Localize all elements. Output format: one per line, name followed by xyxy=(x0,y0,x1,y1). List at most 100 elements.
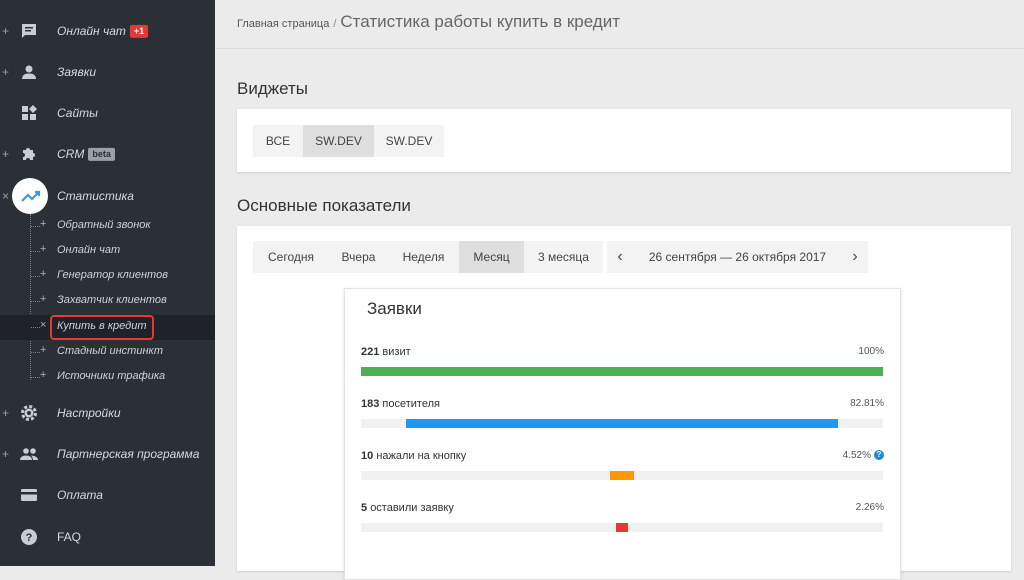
widgets-heading: Виджеты xyxy=(237,79,309,98)
sidebar-subitem-label: Онлайн чат xyxy=(57,244,121,256)
sidebar-subitem-label: Стадный инстинкт xyxy=(57,345,163,357)
sidebar-item-label: Онлайн чат xyxy=(57,23,126,38)
requests-card: Заявки 221 визит 100% 183 посетителя 82.… xyxy=(344,288,901,580)
sidebar-item-sites[interactable]: Сайты xyxy=(0,92,215,133)
period-tab-3-months[interactable]: 3 месяца xyxy=(524,241,603,273)
sidebar-subitem-label: Источники трафика xyxy=(57,370,166,382)
statistics-icon-circle xyxy=(12,178,48,214)
sidebar-subitem-label: Захватчик клиентов xyxy=(57,294,167,306)
sidebar-subitem-client-catcher[interactable]: + Захватчик клиентов xyxy=(0,289,215,314)
expand-icon[interactable]: + xyxy=(2,447,9,461)
sidebar-item-label: CRM xyxy=(57,146,85,161)
funnel-text: нажали на кнопку xyxy=(376,450,467,462)
expand-icon: + xyxy=(40,344,47,356)
svg-text:?: ? xyxy=(26,532,33,544)
funnel-bar-fill xyxy=(616,523,628,532)
sidebar-subitem-callback[interactable]: + Обратный звонок xyxy=(0,214,215,239)
funnel-percent: 2.26% xyxy=(855,502,884,513)
collapse-icon[interactable]: × xyxy=(2,189,9,203)
sidebar-item-settings[interactable]: + Настройки xyxy=(0,392,215,433)
trending-up-icon xyxy=(21,190,41,202)
sidebar-item-label: Сайты xyxy=(57,105,98,120)
expand-icon[interactable]: + xyxy=(2,406,9,420)
funnel-bar-fill xyxy=(361,367,883,376)
widget-tab-all[interactable]: ВСЕ xyxy=(253,125,303,157)
date-next-button[interactable]: › xyxy=(842,241,868,273)
sidebar-item-partner-program[interactable]: + Партнерская программа xyxy=(0,433,215,474)
expand-icon: + xyxy=(40,268,47,280)
sidebar-item-payment[interactable]: Оплата xyxy=(0,474,215,515)
sidebar-subitem-label: Обратный звонок xyxy=(57,219,151,231)
breadcrumb-separator: / xyxy=(333,18,337,30)
funnel-text: посетителя xyxy=(382,398,440,410)
date-range[interactable]: 26 сентября — 26 октября 2017 xyxy=(633,241,842,273)
funnel-row-label: 221 визит xyxy=(361,346,411,358)
funnel-percent: 82.81% xyxy=(850,398,884,409)
help-icon[interactable]: ? xyxy=(874,450,884,461)
expand-icon[interactable]: + xyxy=(2,24,9,38)
funnel-row-label: 5 оставили заявку xyxy=(361,502,454,514)
sidebar-item-label: FAQ xyxy=(57,529,82,544)
funnel-percent: 4.52%? xyxy=(843,450,884,461)
period-tab-month[interactable]: Месяц xyxy=(459,241,524,273)
close-icon: × xyxy=(40,319,47,331)
new-count-badge: +1 xyxy=(129,24,149,38)
widgets-panel: ВСЕ SW.DEV SW.DEV xyxy=(237,109,1011,172)
gear-icon xyxy=(21,404,37,421)
widget-tab-swdev-1[interactable]: SW.DEV xyxy=(303,125,374,157)
sidebar-item-requests[interactable]: + Заявки xyxy=(0,51,215,92)
breadcrumb-home-link[interactable]: Главная страница xyxy=(237,18,329,30)
sidebar-item-label: Статистика xyxy=(57,188,134,203)
widget-tab-swdev-2[interactable]: SW.DEV xyxy=(374,125,444,157)
funnel-text: визит xyxy=(382,346,411,358)
period-tabs: Сегодня Вчера Неделя Месяц 3 месяца ‹ 26… xyxy=(253,241,868,273)
funnel-text: оставили заявку xyxy=(370,502,454,514)
date-prev-button[interactable]: ‹ xyxy=(607,241,633,273)
sidebar-item-label: Партнерская программа xyxy=(57,446,200,461)
puzzle-icon xyxy=(23,147,35,160)
expand-icon: + xyxy=(40,293,47,305)
sidebar-item-faq[interactable]: ? FAQ xyxy=(0,516,215,557)
funnel-row-label: 10 нажали на кнопку xyxy=(361,450,466,462)
sidebar-item-label: Заявки xyxy=(57,64,97,79)
funnel-count: 183 xyxy=(361,398,380,410)
funnel-row-label: 183 посетителя xyxy=(361,398,440,410)
card-icon xyxy=(21,488,37,501)
widgets-icon xyxy=(22,104,37,120)
period-tab-week[interactable]: Неделя xyxy=(388,241,459,273)
sidebar-subitem-traffic-sources[interactable]: + Источники трафика xyxy=(0,365,215,390)
sidebar-item-crm[interactable]: + CRM beta xyxy=(0,133,215,174)
expand-icon[interactable]: + xyxy=(2,147,9,161)
main-content: Главная страница / Статистика работы купит… xyxy=(215,0,1024,580)
sidebar-subitem-client-generator[interactable]: + Генератор клиентов xyxy=(0,264,215,289)
beta-badge: beta xyxy=(88,147,115,161)
funnel-count: 5 xyxy=(361,502,368,514)
funnel-count: 10 xyxy=(361,450,374,462)
widget-tabs: ВСЕ SW.DEV SW.DEV xyxy=(253,125,444,157)
funnel-bar-track xyxy=(361,419,883,428)
expand-icon: + xyxy=(40,243,47,255)
people-icon xyxy=(20,447,38,460)
sidebar: + Онлайн чат +1 + Заявки Сайты + CRM beta … xyxy=(0,0,215,566)
user-icon xyxy=(22,65,36,79)
funnel-count: 221 xyxy=(361,346,380,358)
funnel-bar-fill xyxy=(610,471,634,480)
funnel-bar-fill xyxy=(405,419,838,428)
breadcrumb: Главная страница / Статистика работы купит… xyxy=(237,12,620,32)
sidebar-subitem-online-chat[interactable]: + Онлайн чат xyxy=(0,239,215,264)
page-title: Статистика работы купить в кредит xyxy=(340,12,620,31)
period-tab-yesterday[interactable]: Вчера xyxy=(329,241,388,273)
funnel-bar-track xyxy=(361,367,883,376)
sidebar-subitem-herd-instinct[interactable]: + Стадный инстинкт xyxy=(0,340,215,365)
sidebar-item-online-chat[interactable]: + Онлайн чат +1 xyxy=(0,10,215,51)
sidebar-subitem-label: Генератор клиентов xyxy=(57,269,168,281)
sidebar-item-label: Настройки xyxy=(57,405,121,420)
period-tab-today[interactable]: Сегодня xyxy=(253,241,329,273)
expand-icon[interactable]: + xyxy=(2,65,9,79)
active-item-highlight xyxy=(50,315,154,340)
help-icon: ? xyxy=(21,528,37,545)
funnel-percent: 100% xyxy=(858,346,884,357)
expand-icon: + xyxy=(40,218,47,230)
chat-icon xyxy=(22,23,36,38)
metrics-heading: Основные показатели xyxy=(237,196,411,215)
